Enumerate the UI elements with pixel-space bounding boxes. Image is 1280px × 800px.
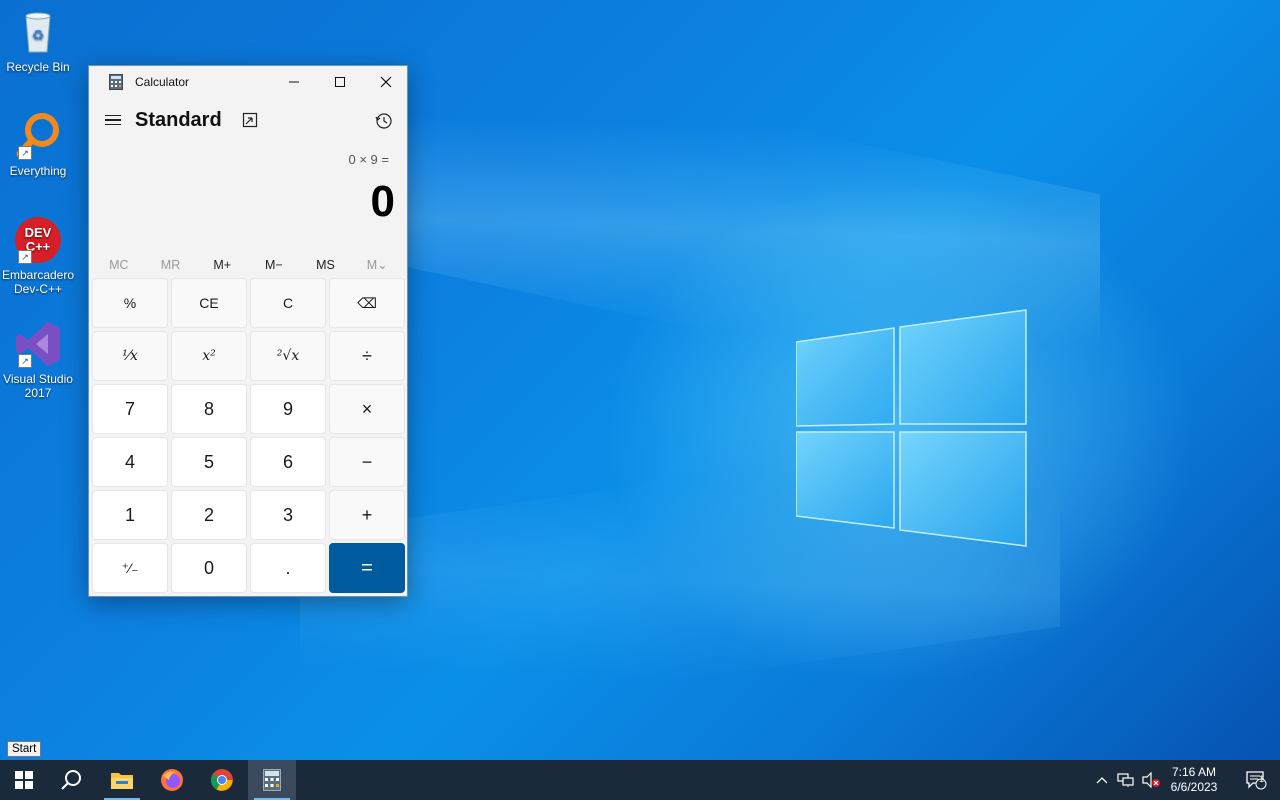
network-icon — [1117, 773, 1134, 787]
desktop-icon-label: Everything — [9, 164, 67, 178]
keypad: % CE C ⌫ ¹⁄x x² ²√x ÷ 7 8 9 × 4 5 6 − 1 … — [92, 278, 405, 593]
calculator-header: Standard — [89, 98, 407, 142]
clock-date: 6/6/2023 — [1170, 780, 1218, 794]
firefox-icon — [161, 769, 183, 791]
digit-3-button[interactable]: 3 — [250, 490, 326, 540]
history-icon[interactable] — [375, 112, 393, 130]
taskbar-calculator[interactable] — [248, 760, 296, 800]
maximize-button[interactable] — [317, 66, 363, 98]
taskbar-file-explorer[interactable] — [98, 760, 146, 800]
divide-button[interactable]: ÷ — [329, 331, 405, 381]
backspace-button[interactable]: ⌫ — [329, 278, 405, 328]
notification-count: 1 — [1259, 774, 1265, 784]
shortcut-arrow-icon: ↗ — [18, 354, 32, 368]
digit-0-button[interactable]: 0 — [171, 543, 247, 593]
start-tooltip: Start — [7, 741, 42, 757]
digit-6-button[interactable]: 6 — [250, 437, 326, 487]
search-icon — [61, 770, 81, 790]
system-tray: 7:16 AM 6/6/2023 1 — [1090, 760, 1280, 800]
digit-9-button[interactable]: 9 — [250, 384, 326, 434]
desktop-icon-visual-studio[interactable]: ↗ Visual Studio 2017 — [0, 320, 76, 400]
result-display: 0 — [370, 177, 395, 226]
minimize-button[interactable] — [271, 66, 317, 98]
desktop-icon-label: Visual Studio 2017 — [3, 372, 73, 400]
calculator-window: Calculator Standard 0 × 9 = 0 MC MR M+ M… — [88, 65, 408, 597]
devcpp-icon: DEV C++ ↗ — [14, 216, 62, 264]
folder-icon — [111, 773, 133, 789]
action-center-button[interactable]: 1 — [1236, 760, 1276, 800]
memory-clear-button[interactable]: MC — [93, 254, 145, 276]
negate-button[interactable]: ⁺⁄₋ — [92, 543, 168, 593]
close-icon — [380, 76, 392, 88]
memory-add-button[interactable]: M+ — [196, 254, 248, 276]
plus-button[interactable]: + — [329, 490, 405, 540]
minus-button[interactable]: − — [329, 437, 405, 487]
recycle-bin-icon: ♻ — [14, 8, 62, 56]
title-bar[interactable]: Calculator — [89, 66, 407, 98]
visual-studio-icon: ↗ — [14, 320, 62, 368]
square-button[interactable]: x² — [171, 331, 247, 381]
show-hidden-icons-button[interactable] — [1090, 760, 1114, 800]
chevron-up-icon — [1096, 777, 1108, 784]
everything-search-icon: ↗ — [14, 112, 62, 160]
taskbar-chrome[interactable] — [198, 760, 246, 800]
shortcut-arrow-icon: ↗ — [18, 146, 32, 160]
digit-7-button[interactable]: 7 — [92, 384, 168, 434]
search-button[interactable] — [48, 760, 96, 800]
taskbar-firefox[interactable] — [148, 760, 196, 800]
clock[interactable]: 7:16 AM 6/6/2023 — [1164, 765, 1224, 795]
keep-on-top-icon[interactable] — [242, 112, 258, 128]
memory-row: MC MR M+ M− MS M⌄ — [89, 254, 407, 276]
volume-muted-icon — [1142, 772, 1160, 788]
desktop-icon-label: Embarcadero Dev-C++ — [1, 268, 75, 296]
percent-button[interactable]: % — [92, 278, 168, 328]
expression-display: 0 × 9 = — [348, 152, 389, 167]
memory-subtract-button[interactable]: M− — [248, 254, 300, 276]
taskbar: 7:16 AM 6/6/2023 1 — [0, 760, 1280, 800]
desktop-icon-devcpp[interactable]: DEV C++ ↗ Embarcadero Dev-C++ — [0, 216, 76, 296]
svg-text:♻: ♻ — [32, 27, 45, 43]
multiply-button[interactable]: × — [329, 384, 405, 434]
clear-button[interactable]: C — [250, 278, 326, 328]
decimal-button[interactable]: . — [250, 543, 326, 593]
mode-title: Standard — [135, 108, 222, 131]
digit-4-button[interactable]: 4 — [92, 437, 168, 487]
digit-5-button[interactable]: 5 — [171, 437, 247, 487]
memory-store-button[interactable]: MS — [300, 254, 352, 276]
svg-text:DEV: DEV — [25, 225, 52, 240]
calculator-app-icon — [109, 74, 123, 90]
clock-time: 7:16 AM — [1171, 765, 1217, 779]
maximize-icon — [335, 77, 345, 87]
digit-2-button[interactable]: 2 — [171, 490, 247, 540]
memory-list-button[interactable]: M⌄ — [351, 254, 403, 276]
digit-8-button[interactable]: 8 — [171, 384, 247, 434]
desktop-icon-recycle-bin[interactable]: ♻ Recycle Bin — [0, 8, 76, 74]
square-root-button[interactable]: ²√x — [250, 331, 326, 381]
close-button[interactable] — [363, 66, 409, 98]
equals-button[interactable]: = — [329, 543, 405, 593]
windows-logo-wallpaper — [796, 309, 1027, 547]
network-button[interactable] — [1114, 760, 1138, 800]
shortcut-arrow-icon: ↗ — [18, 250, 32, 264]
memory-recall-button[interactable]: MR — [145, 254, 197, 276]
windows-start-icon — [15, 771, 33, 789]
volume-button[interactable] — [1138, 760, 1164, 800]
start-button[interactable] — [0, 760, 48, 800]
reciprocal-button[interactable]: ¹⁄x — [92, 331, 168, 381]
minimize-icon — [289, 81, 299, 83]
clear-entry-button[interactable]: CE — [171, 278, 247, 328]
desktop-icon-label: Recycle Bin — [6, 60, 70, 74]
desktop-icon-everything[interactable]: ↗ Everything — [0, 112, 76, 178]
calculator-icon — [263, 769, 281, 791]
digit-1-button[interactable]: 1 — [92, 490, 168, 540]
window-title: Calculator — [135, 75, 190, 89]
chrome-icon — [211, 769, 233, 791]
hamburger-menu-icon[interactable] — [105, 112, 121, 129]
